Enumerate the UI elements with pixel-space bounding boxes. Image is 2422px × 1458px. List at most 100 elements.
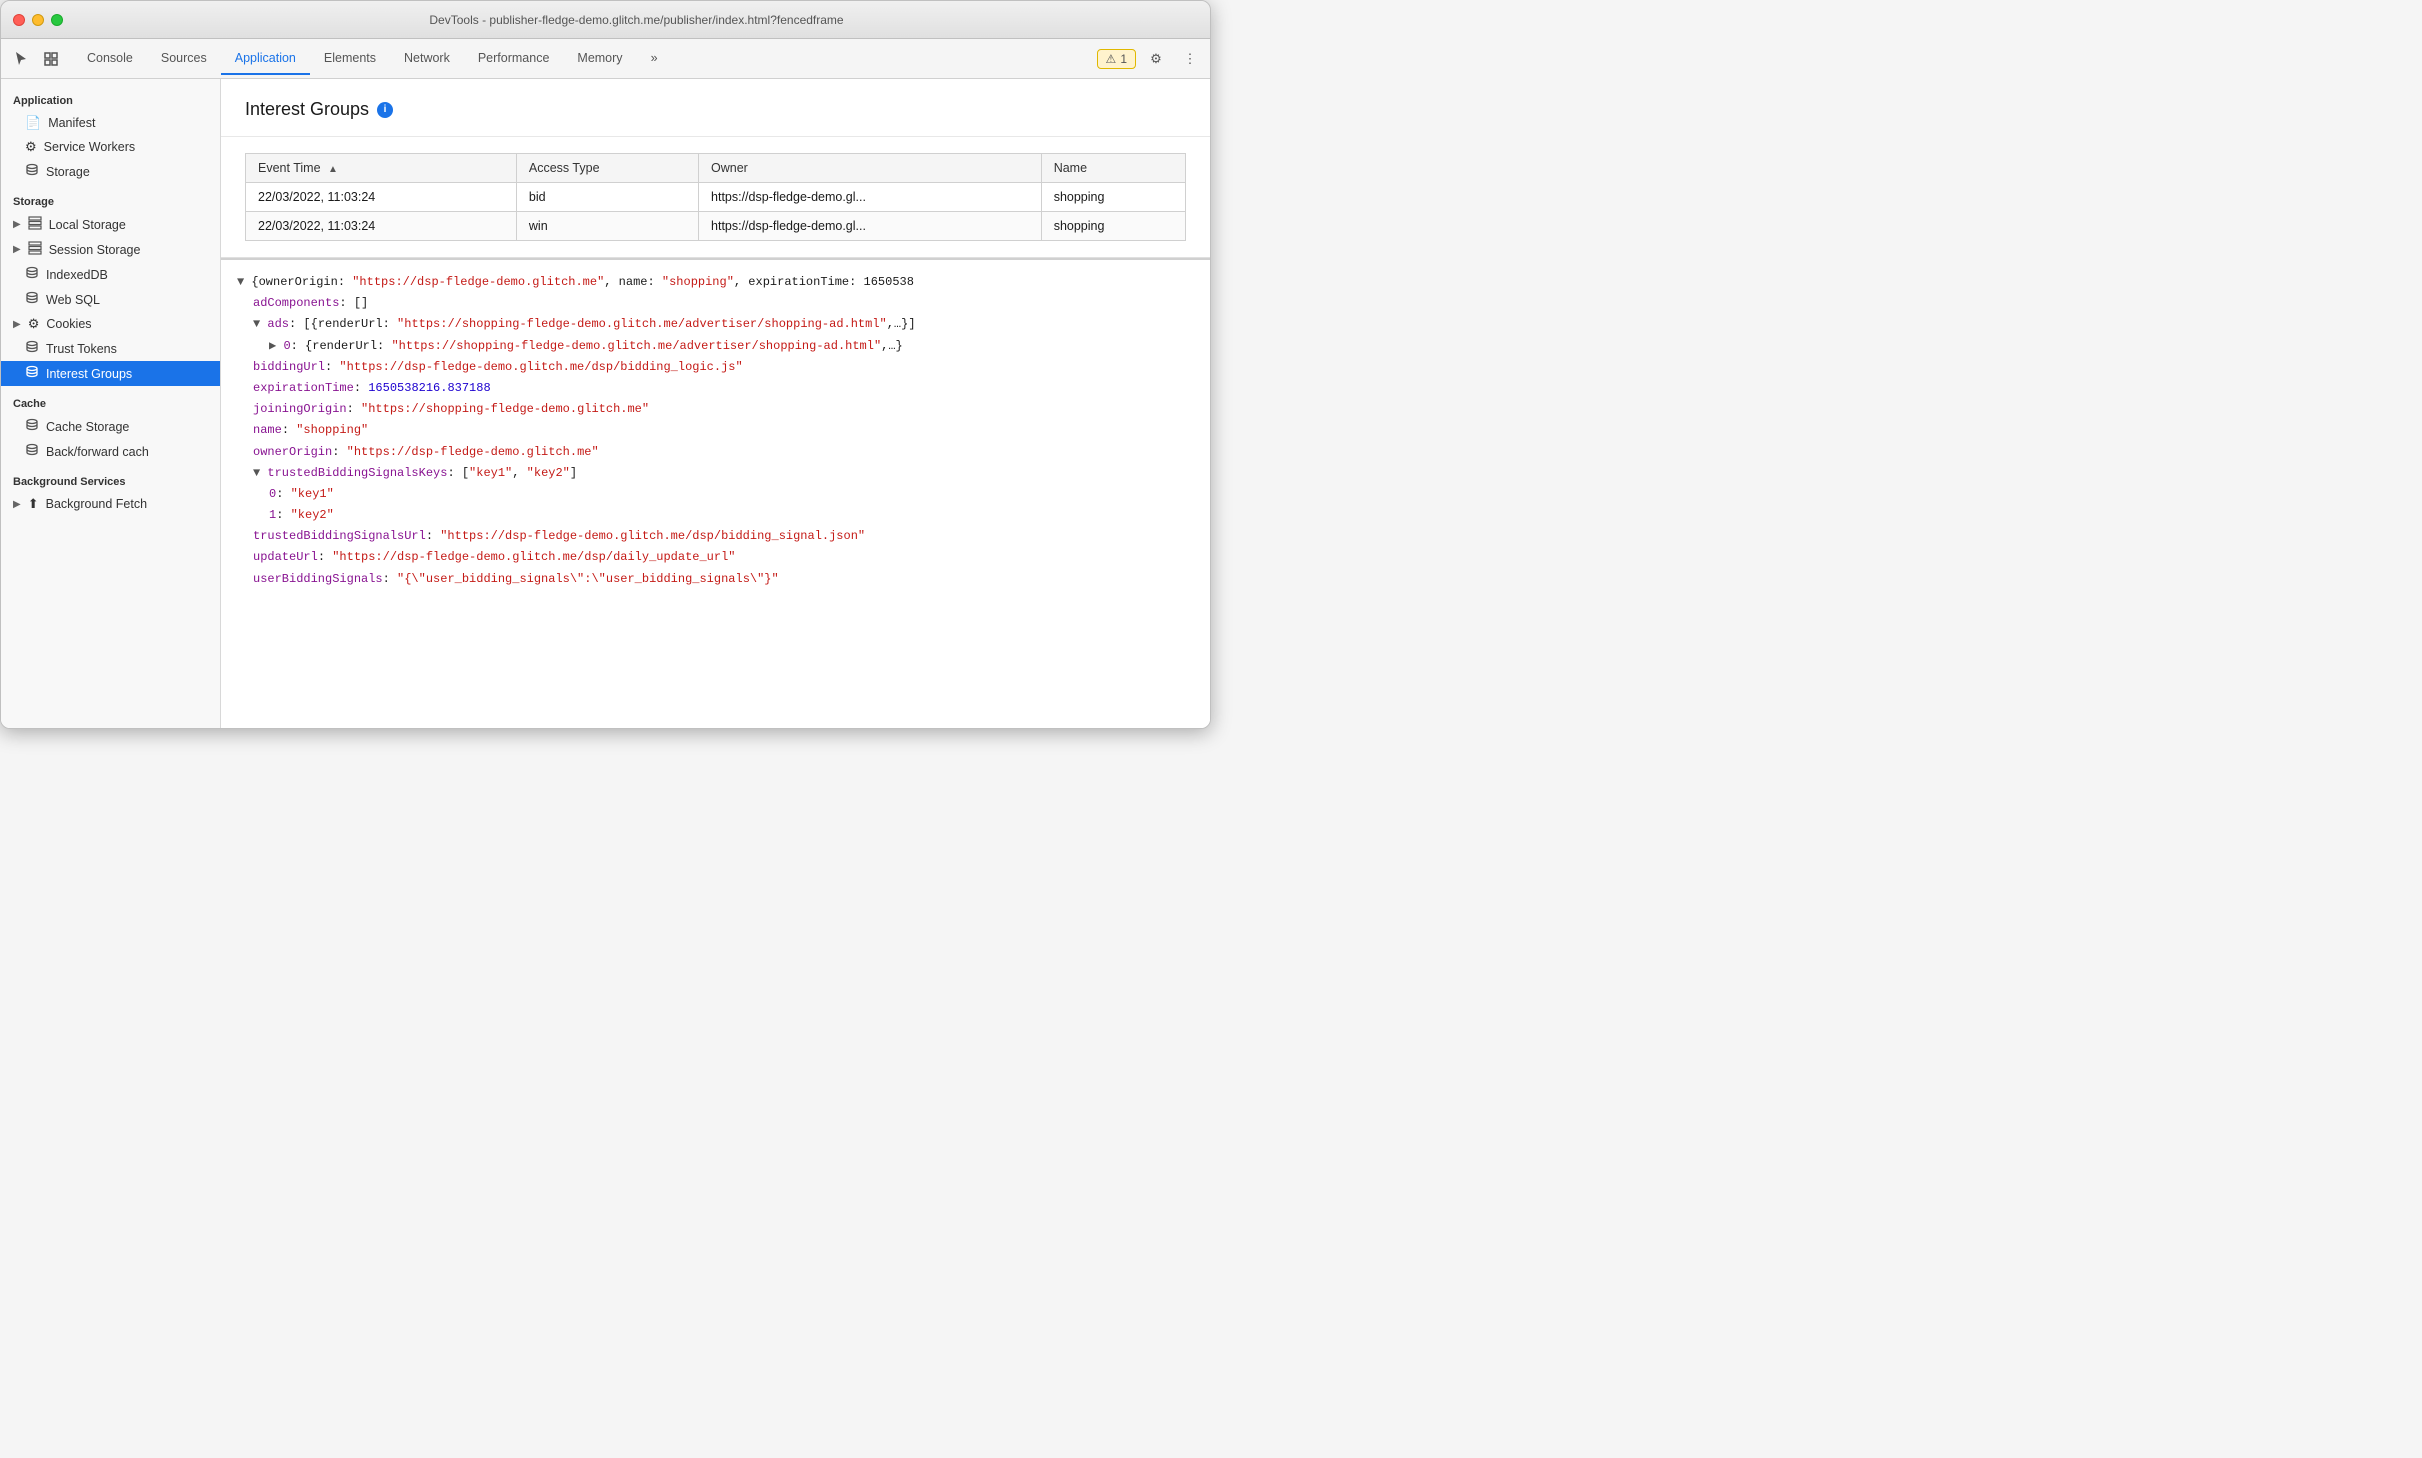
tab-performance[interactable]: Performance [464, 43, 564, 75]
sidebar-item-label: Local Storage [49, 218, 126, 232]
interest-groups-table: Event Time ▲ Access Type Owner Name 22/0… [245, 153, 1186, 241]
trust-tokens-icon [25, 340, 39, 357]
sidebar-item-label: Background Fetch [46, 497, 147, 511]
inspect-icon[interactable] [37, 45, 65, 73]
sidebar-item-label: Trust Tokens [46, 342, 117, 356]
sidebar-item-label: Cookies [46, 317, 91, 331]
sidebar-item-label: Cache Storage [46, 420, 129, 434]
cache-storage-icon [25, 418, 39, 435]
sidebar-section-storage: Storage ▶ Local Storage ▶ Session Storag… [1, 188, 220, 386]
cell-owner: https://dsp-fledge-demo.gl... [699, 212, 1042, 241]
toolbar-right: ⚠ 1 ⚙ ⋮ [1097, 45, 1204, 73]
cookies-icon: ⚙ [28, 316, 40, 332]
sidebar-item-label: Back/forward cach [46, 445, 149, 459]
col-header-name[interactable]: Name [1041, 154, 1185, 183]
sidebar-section-background-services: Background Services ▶ ⬆ Background Fetch [1, 468, 220, 516]
maximize-button[interactable] [51, 14, 63, 26]
expand-arrow-icon: ▶ [13, 319, 21, 330]
tab-elements[interactable]: Elements [310, 43, 390, 75]
cell-name: shopping [1041, 212, 1185, 241]
cursor-icon[interactable] [7, 45, 35, 73]
content-panel: Interest Groups i Event Time ▲ Access Ty… [221, 79, 1210, 728]
sidebar-item-label: Web SQL [46, 293, 100, 307]
sidebar-item-local-storage[interactable]: ▶ Local Storage [1, 212, 220, 237]
cell-access-type: bid [516, 183, 698, 212]
table-body: 22/03/2022, 11:03:24 bid https://dsp-fle… [246, 183, 1186, 241]
sidebar-item-cookies[interactable]: ▶ ⚙ Cookies [1, 312, 220, 336]
main-content: Application 📄 Manifest ⚙ Service Workers… [1, 79, 1210, 728]
sidebar-item-storage-app[interactable]: Storage [1, 159, 220, 184]
interest-groups-icon [25, 365, 39, 382]
minimize-button[interactable] [32, 14, 44, 26]
info-icon[interactable]: i [377, 102, 393, 118]
sidebar-section-header-application: Application [1, 87, 220, 111]
sidebar-item-trust-tokens[interactable]: Trust Tokens [1, 336, 220, 361]
tab-network[interactable]: Network [390, 43, 464, 75]
detail-line: joiningOrigin: "https://shopping-fledge-… [237, 399, 1194, 420]
sidebar-section-cache: Cache Cache Storage Back/forward cach [1, 390, 220, 464]
sidebar-item-manifest[interactable]: 📄 Manifest [1, 111, 220, 135]
table-row[interactable]: 22/03/2022, 11:03:24 win https://dsp-fle… [246, 212, 1186, 241]
detail-line: ▼ {ownerOrigin: "https://dsp-fledge-demo… [237, 272, 1194, 293]
detail-line: name: "shopping" [237, 420, 1194, 441]
warning-icon: ⚠ [1106, 52, 1117, 66]
sidebar-item-label: IndexedDB [46, 268, 108, 282]
manifest-icon: 📄 [25, 115, 41, 131]
sidebar-item-back-forward-cache[interactable]: Back/forward cach [1, 439, 220, 464]
detail-line: userBiddingSignals: "{\"user_bidding_sig… [237, 569, 1194, 590]
table-header-row: Event Time ▲ Access Type Owner Name [246, 154, 1186, 183]
col-header-event-time[interactable]: Event Time ▲ [246, 154, 517, 183]
titlebar: DevTools - publisher-fledge-demo.glitch.… [1, 1, 1210, 39]
storage-icon [25, 163, 39, 180]
detail-line: expirationTime: 1650538216.837188 [237, 378, 1194, 399]
sidebar-item-interest-groups[interactable]: Interest Groups [1, 361, 220, 386]
tab-application[interactable]: Application [221, 43, 310, 75]
sidebar-item-label: Session Storage [49, 243, 141, 257]
sidebar-item-indexeddb[interactable]: IndexedDB [1, 262, 220, 287]
detail-line: updateUrl: "https://dsp-fledge-demo.glit… [237, 547, 1194, 568]
service-workers-icon: ⚙ [25, 139, 37, 155]
table-container: Event Time ▲ Access Type Owner Name 22/0… [221, 137, 1210, 258]
more-options-button[interactable]: ⋮ [1176, 45, 1204, 73]
col-header-owner[interactable]: Owner [699, 154, 1042, 183]
col-header-access-type[interactable]: Access Type [516, 154, 698, 183]
close-button[interactable] [13, 14, 25, 26]
sidebar-item-cache-storage[interactable]: Cache Storage [1, 414, 220, 439]
toolbar-icons [7, 45, 65, 73]
detail-line: ▶ 0: {renderUrl: "https://shopping-fledg… [237, 336, 1194, 357]
warning-badge[interactable]: ⚠ 1 [1097, 49, 1136, 69]
interest-groups-header: Interest Groups i [221, 79, 1210, 137]
detail-line: 0: "key1" [237, 484, 1194, 505]
sidebar: Application 📄 Manifest ⚙ Service Workers… [1, 79, 221, 728]
tab-sources[interactable]: Sources [147, 43, 221, 75]
table-row[interactable]: 22/03/2022, 11:03:24 bid https://dsp-fle… [246, 183, 1186, 212]
traffic-lights [13, 14, 63, 26]
detail-line: 1: "key2" [237, 505, 1194, 526]
back-forward-cache-icon [25, 443, 39, 460]
warning-count: 1 [1120, 52, 1127, 66]
detail-line: ownerOrigin: "https://dsp-fledge-demo.gl… [237, 442, 1194, 463]
expand-arrow-icon: ▶ [13, 244, 21, 255]
cell-owner: https://dsp-fledge-demo.gl... [699, 183, 1042, 212]
expand-arrow-icon: ▶ [13, 219, 21, 230]
toolbar: Console Sources Application Elements Net… [1, 39, 1210, 79]
tab-memory[interactable]: Memory [563, 43, 636, 75]
sidebar-section-header-cache: Cache [1, 390, 220, 414]
interest-groups-title: Interest Groups [245, 99, 369, 120]
web-sql-icon [25, 291, 39, 308]
detail-line: ▼ trustedBiddingSignalsKeys: ["key1", "k… [237, 463, 1194, 484]
sort-arrow-icon: ▲ [328, 164, 338, 175]
devtools-window: DevTools - publisher-fledge-demo.glitch.… [0, 0, 1211, 729]
detail-panel: ▼ {ownerOrigin: "https://dsp-fledge-demo… [221, 258, 1210, 728]
tab-console[interactable]: Console [73, 43, 147, 75]
sidebar-item-session-storage[interactable]: ▶ Session Storage [1, 237, 220, 262]
sidebar-section-header-background-services: Background Services [1, 468, 220, 492]
sidebar-item-service-workers[interactable]: ⚙ Service Workers [1, 135, 220, 159]
settings-button[interactable]: ⚙ [1142, 45, 1170, 73]
sidebar-item-background-fetch[interactable]: ▶ ⬆ Background Fetch [1, 492, 220, 516]
sidebar-item-web-sql[interactable]: Web SQL [1, 287, 220, 312]
detail-line: adComponents: [] [237, 293, 1194, 314]
tab-more[interactable]: » [637, 43, 672, 75]
sidebar-item-label: Service Workers [44, 140, 135, 154]
detail-line: ▼ ads: [{renderUrl: "https://shopping-fl… [237, 314, 1194, 335]
